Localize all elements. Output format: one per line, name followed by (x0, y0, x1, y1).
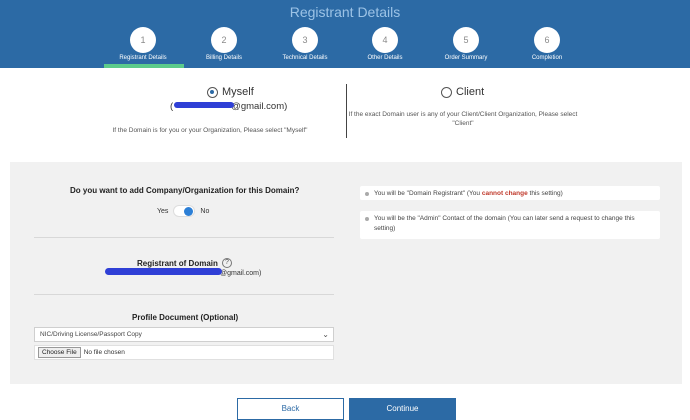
registrant-heading: Registrant of Domain ? (137, 258, 232, 268)
step-number: 3 (292, 27, 318, 53)
myself-label: Myself (222, 86, 254, 98)
section-divider (34, 294, 334, 295)
step-order-summary[interactable]: 5 Order Summary (431, 27, 501, 61)
redaction-scribble (105, 268, 222, 275)
owner-choice-section (0, 68, 690, 160)
document-type-select[interactable]: NIC/Driving License/Passport Copy ⌄ (34, 327, 334, 342)
option-divider (346, 84, 347, 138)
step-label: Other Details (367, 55, 403, 61)
step-label: Order Summary (444, 55, 488, 61)
registrant-email: @gmail.com) (220, 270, 262, 277)
step-number: 4 (372, 27, 398, 53)
choose-file-button[interactable]: Choose File (38, 347, 81, 358)
company-toggle-row: Yes No (157, 205, 209, 217)
client-hint: If the exact Domain user is any of your … (348, 111, 578, 127)
step-label: Technical Details (282, 55, 328, 61)
select-value: NIC/Driving License/Passport Copy (40, 331, 142, 338)
info-admin: You will be the "Admin" Contact of the d… (360, 211, 660, 239)
progress-header: Registrant Details (0, 0, 690, 68)
step-billing-details[interactable]: 2 Billing Details (189, 27, 259, 61)
back-button[interactable]: Back (237, 398, 344, 420)
myself-hint: If the Domain is for you or your Organiz… (112, 127, 308, 134)
step-completion[interactable]: 6 Completion (512, 27, 582, 61)
client-label: Client (456, 86, 485, 98)
step-registrant-details[interactable]: 1 Registrant Details (108, 27, 178, 61)
myself-radio[interactable] (207, 86, 218, 98)
company-question: Do you want to add Company/Organization … (70, 186, 300, 195)
myself-option[interactable]: Myself (207, 86, 254, 98)
page-title: Registrant Details (289, 4, 401, 20)
step-other-details[interactable]: 4 Other Details (350, 27, 420, 61)
warn-text: cannot change (481, 190, 528, 197)
yes-label: Yes (157, 207, 169, 215)
file-status: No file chosen (83, 349, 125, 356)
section-divider (34, 237, 334, 238)
toggle-knob (184, 207, 194, 216)
file-input[interactable]: Choose File No file chosen (34, 345, 334, 360)
client-option[interactable]: Client (441, 86, 484, 98)
chevron-down-icon: ⌄ (322, 330, 329, 339)
redaction-scribble (174, 102, 234, 108)
help-icon[interactable]: ? (221, 258, 232, 268)
profile-document-label: Profile Document (Optional) (132, 313, 239, 322)
step-label: Registrant Details (119, 55, 167, 61)
step-number: 5 (453, 27, 479, 53)
client-radio[interactable] (441, 86, 452, 98)
company-toggle[interactable] (173, 205, 196, 217)
info-registrant: You will be "Domain Registrant" (You can… (360, 186, 660, 200)
step-number: 2 (211, 27, 237, 53)
step-number: 6 (534, 27, 560, 53)
step-label: Billing Details (205, 55, 242, 61)
step-number: 1 (130, 27, 156, 53)
step-technical-details[interactable]: 3 Technical Details (270, 27, 340, 61)
step-label: Completion (531, 55, 563, 61)
continue-button[interactable]: Continue (349, 398, 456, 420)
no-label: No (200, 207, 210, 215)
